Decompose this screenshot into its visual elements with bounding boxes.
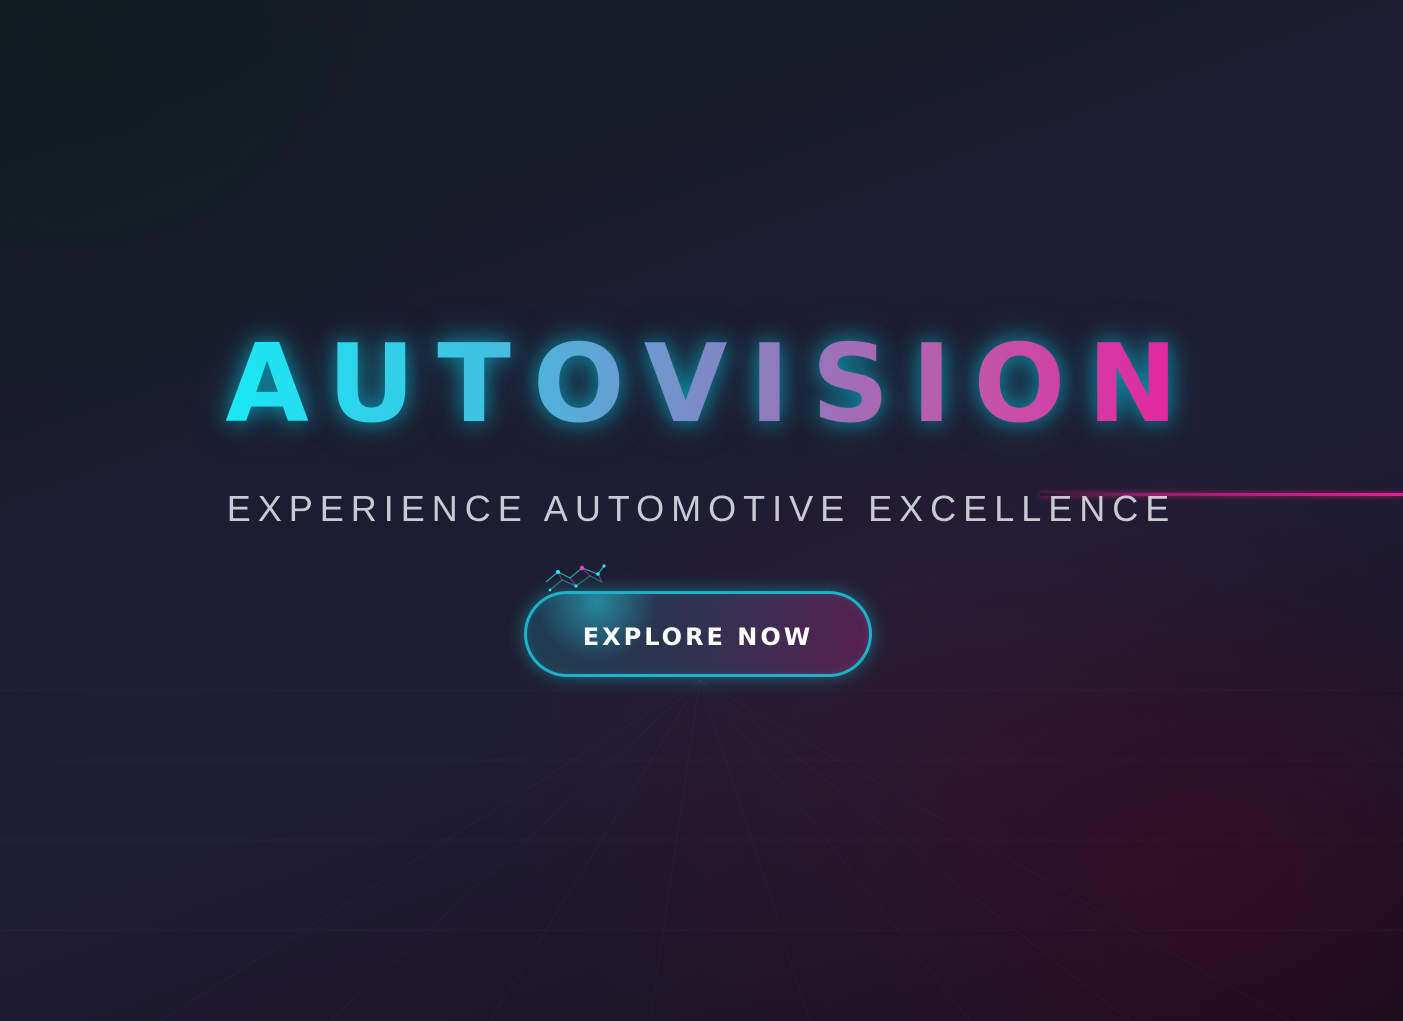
tagline: EXPERIENCE AUTOMOTIVE EXCELLENCE bbox=[226, 488, 1177, 529]
hero-section: AUTOVISION AUTOVISION EXPERIENCE AUTOMOT… bbox=[0, 0, 1403, 1021]
explore-now-button[interactable]: EXPLORE NOW bbox=[524, 591, 872, 677]
brand-title: AUTOVISION AUTOVISION bbox=[0, 320, 1403, 450]
brand-title-text: AUTOVISION bbox=[203, 320, 1199, 450]
